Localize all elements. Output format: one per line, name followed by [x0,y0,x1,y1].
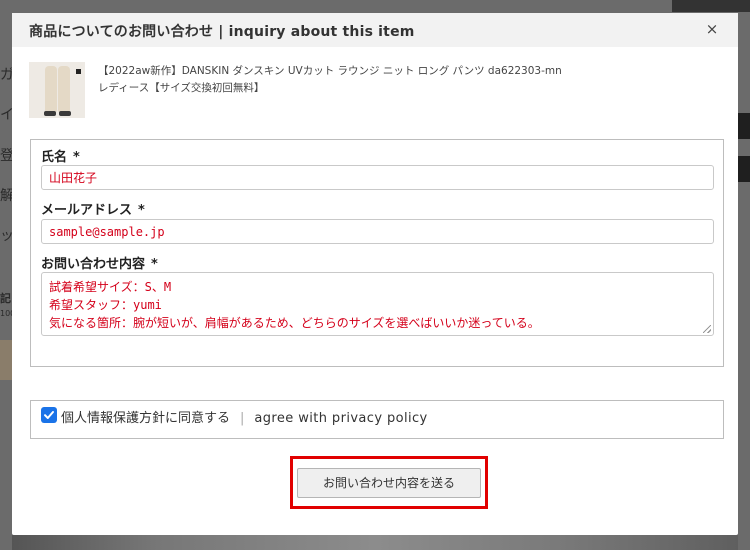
required-mark: * [151,257,158,272]
message-line: 希望スタッフ：yumi [49,298,162,312]
resize-handle-icon[interactable] [703,325,711,333]
required-mark: * [138,203,145,218]
name-label: 氏名 * [41,150,80,165]
privacy-label[interactable]: 個人情報保護方針に同意する | agree with privacy policy [61,407,428,426]
modal-title: 商品についてのお問い合わせ | inquiry about this item [29,24,415,40]
message-textarea[interactable]: 試着希望サイズ：S、M 希望スタッフ：yumi 気になる箇所：腕が短いが、肩幅が… [41,272,714,336]
background-side-tab [736,156,750,182]
product-name: 【2022aw新作】DANSKIN ダンスキン UVカット ラウンジ ニット ロ… [98,63,618,97]
close-button[interactable]: × [704,20,720,38]
background-photo [12,535,738,550]
product-name-line: レディース【サイズ交換初回無料】 [98,82,265,94]
background-header-bar [672,0,750,12]
name-input[interactable]: 山田花子 [41,165,714,190]
submit-button[interactable]: お問い合わせ内容を送る [297,468,481,498]
message-label: お問い合わせ内容 * [41,257,158,272]
background-side-tab [736,113,750,139]
message-line: 試着希望サイズ：S、M [49,280,172,294]
separator: | [240,411,245,426]
privacy-checkbox[interactable] [41,407,57,423]
background-thumbnail [0,340,12,380]
inquiry-form: 氏名 * 山田花子 メールアドレス * sample@sample.jp お問い合わ… [30,139,724,367]
message-line: 気になる箇所：腕が短いが、肩幅があるため、どちらのサイズを選べばいいか迷っている… [49,316,540,330]
email-input[interactable]: sample@sample.jp [41,219,714,244]
email-label: メールアドレス * [41,203,145,218]
product-image [29,62,85,118]
product-name-line: 【2022aw新作】DANSKIN ダンスキン UVカット ラウンジ ニット ロ… [98,65,562,77]
required-mark: * [73,150,80,165]
privacy-section: 個人情報保護方針に同意する | agree with privacy policy [30,400,724,439]
checkmark-icon [44,411,54,419]
background-text-fragment: 記 [0,292,11,305]
modal-header: 商品についてのお問い合わせ | inquiry about this item … [12,13,738,47]
